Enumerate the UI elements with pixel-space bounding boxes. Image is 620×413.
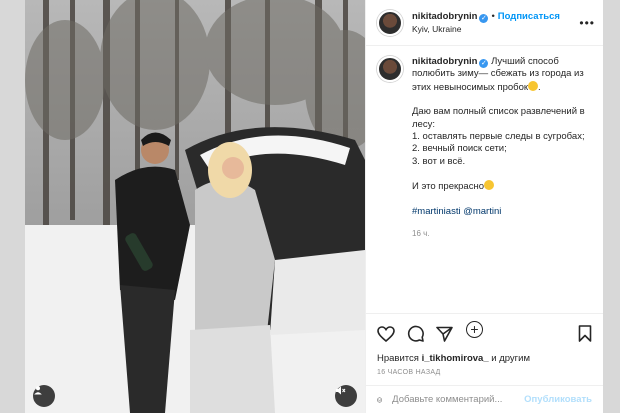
caption-paragraph-3: И это прекрасно <box>412 181 484 193</box>
bookmark-icon[interactable] <box>578 325 592 342</box>
video-frame <box>25 0 365 413</box>
caption-timestamp: 16 ч. <box>412 229 430 239</box>
caption-list-item-2: 2. вечный поиск сети; <box>412 143 507 155</box>
muted-speaker-icon <box>336 386 346 395</box>
tag-button[interactable] <box>33 385 55 407</box>
plus-circle-icon[interactable]: + <box>466 321 483 338</box>
location-link[interactable]: Kyiv, Ukraine <box>412 23 560 35</box>
user-tag-icon <box>34 386 42 395</box>
page-backdrop: nikitadobrynin ✓ • Подписаться Kyiv, Ukrain… <box>0 0 620 413</box>
post-sidebar: nikitadobrynin ✓ • Подписаться Kyiv, Ukrain… <box>365 0 603 413</box>
grimace-emoji-icon <box>528 80 539 91</box>
smile-icon[interactable] <box>377 392 383 408</box>
verified-badge-icon: ✓ <box>479 59 489 68</box>
caption-avatar[interactable] <box>377 56 403 82</box>
header-info: nikitadobrynin ✓ • Подписаться Kyiv, Ukrain… <box>412 11 560 35</box>
instagram-post-modal: nikitadobrynin ✓ • Подписаться Kyiv, Ukrain… <box>25 0 603 413</box>
caption-list-intro: Даю вам полный список развлечений в лесу… <box>412 106 585 130</box>
heart-icon[interactable] <box>377 325 395 342</box>
likes-line: Нравится i_tikhomirova_ и другим <box>366 353 603 367</box>
follow-button[interactable]: Подписаться <box>498 11 560 22</box>
comment-bar: Опубликовать <box>366 385 603 413</box>
separator-dot: • <box>491 10 495 22</box>
caption-list-item-3: 3. вот и всё. <box>412 155 466 167</box>
caption-list-item-1: 1. оставлять первые следы в сугробах; <box>412 131 585 143</box>
mute-button[interactable] <box>335 385 357 407</box>
caption-username[interactable]: nikitadobrynin <box>412 56 477 67</box>
caption-text: nikitadobrynin ✓ Лучший способ полюбить з… <box>412 56 592 313</box>
caption-section: nikitadobrynin ✓ Лучший способ полюбить з… <box>366 46 603 338</box>
verified-badge-icon: ✓ <box>479 13 489 23</box>
post-header: nikitadobrynin ✓ • Подписаться Kyiv, Ukrain… <box>366 0 603 46</box>
likes-user-link[interactable]: i_tikhomirova_ <box>422 353 489 364</box>
action-bar <box>366 313 603 353</box>
caption-tags[interactable]: #martiniasti @martini <box>412 206 501 217</box>
share-icon[interactable] <box>436 326 453 342</box>
posted-timestamp: 16 ЧАСОВ НАЗАД <box>377 369 441 376</box>
avatar[interactable] <box>377 9 403 36</box>
username-link[interactable]: nikitadobrynin <box>412 11 477 22</box>
comment-input[interactable] <box>392 394 525 405</box>
post-video[interactable] <box>25 0 365 413</box>
comment-icon[interactable] <box>407 325 424 342</box>
likes-suffix[interactable]: и другим <box>491 353 530 364</box>
grin-emoji-icon <box>484 180 494 191</box>
more-icon[interactable]: ••• <box>579 16 595 30</box>
likes-prefix: Нравится <box>377 353 419 364</box>
publish-button[interactable]: Опубликовать <box>524 394 592 405</box>
